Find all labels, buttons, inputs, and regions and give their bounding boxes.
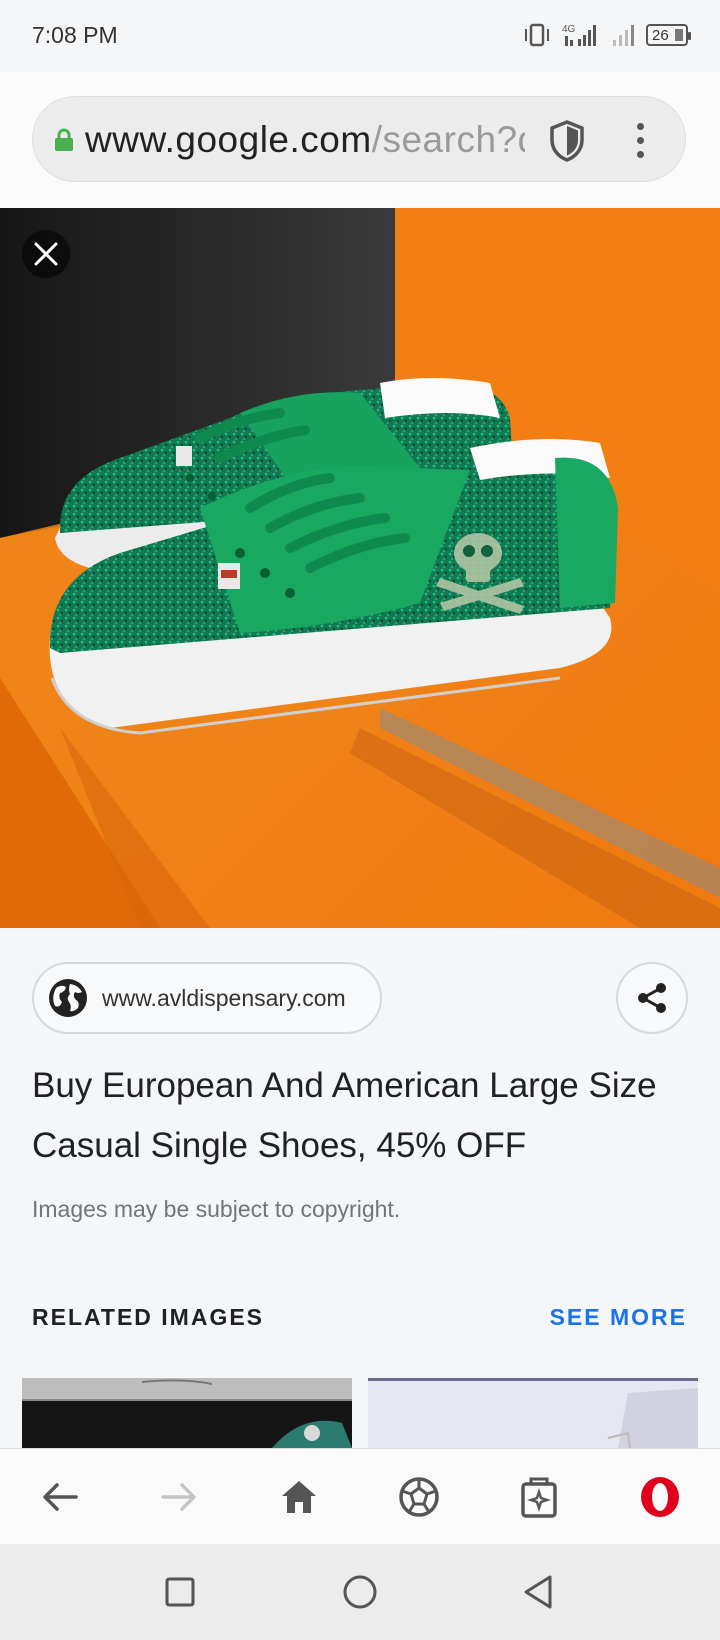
image-viewer[interactable] [0,208,720,928]
browser-bottom-bar [0,1448,720,1544]
address-bar[interactable]: www.google.com/search?q [32,96,686,182]
image-title[interactable]: Buy European And American Large Size Cas… [32,1056,692,1176]
source-domain: www.avldispensary.com [102,985,346,1011]
tabs-button[interactable] [515,1473,563,1521]
speed-dial-icon [399,1477,439,1517]
speed-dial-button[interactable] [395,1473,443,1521]
square-recents-icon [165,1577,195,1607]
copyright-note: Images may be subject to copyright. [32,1196,401,1222]
share-icon [638,983,666,1013]
forward-arrow-icon [161,1483,196,1511]
related-image-thumbnail[interactable] [368,1378,698,1448]
related-image-thumbnail[interactable] [22,1378,352,1448]
tabs-icon [521,1477,557,1518]
shoe-image [0,208,720,928]
url-domain: www.google.com [85,119,372,160]
screen: 7:08 PM 4G 26 www.google.com/search?q ww… [0,0,720,1640]
status-icons: 4G 26 [522,22,691,48]
url-path: /search?q [371,119,525,160]
lock-icon [55,128,73,151]
signal-4g-icon: 4G [562,24,596,46]
home-icon [282,1481,316,1513]
source-link[interactable]: www.avldispensary.com [32,962,382,1034]
related-images-heading: RELATED IMAGES [32,1304,265,1330]
back-button[interactable] [36,1473,84,1521]
signal-icon [613,25,634,46]
browser-toolbar: www.google.com/search?q [0,72,720,208]
status-time: 7:08 PM [32,22,118,48]
circle-home-icon [343,1575,377,1609]
recents-button[interactable] [160,1572,200,1612]
more-options-icon[interactable] [627,121,653,161]
url-text[interactable]: www.google.com/search?q [85,119,525,161]
shield-icon[interactable] [547,119,587,163]
battery-icon: 26 [646,24,691,46]
close-button[interactable] [22,230,70,278]
see-more-link[interactable]: SEE MORE [550,1304,687,1331]
home-system-button[interactable] [340,1572,380,1612]
status-bar: 7:08 PM 4G 26 [0,0,720,72]
back-system-button[interactable] [518,1572,558,1612]
network-label: 4G [562,24,576,35]
forward-button[interactable] [155,1473,203,1521]
home-button[interactable] [275,1473,323,1521]
share-button[interactable] [616,962,688,1034]
opera-menu-button[interactable] [636,1473,684,1521]
globe-icon [49,979,87,1017]
opera-logo-icon [641,1477,679,1517]
system-navigation-bar [0,1544,720,1640]
close-icon [34,242,58,266]
vibrate-icon [525,23,549,47]
battery-level: 26 [652,26,669,44]
back-arrow-icon [43,1483,78,1511]
triangle-back-icon [524,1575,552,1609]
